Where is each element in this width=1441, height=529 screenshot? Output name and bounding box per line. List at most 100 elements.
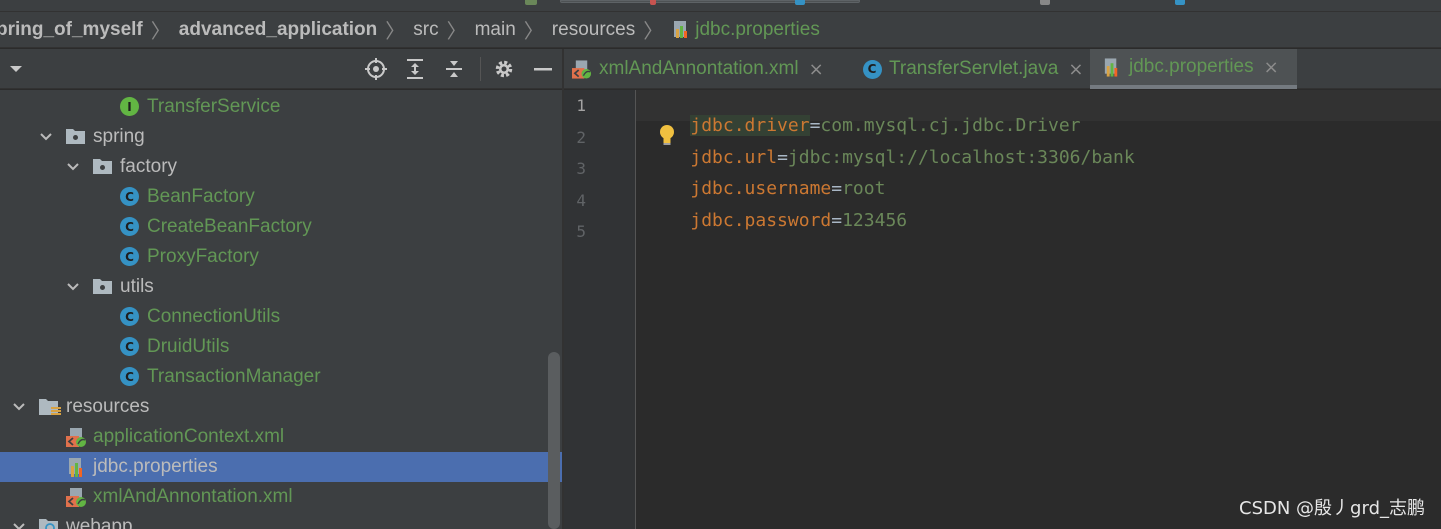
interface-icon: I bbox=[120, 97, 140, 117]
chevron-down-icon[interactable] bbox=[65, 279, 81, 295]
tree-item-spring[interactable]: spring bbox=[0, 122, 548, 152]
tree-item-factory[interactable]: factory bbox=[0, 152, 548, 182]
tab-label: xmlAndAnnontation.xml bbox=[599, 58, 799, 79]
collapse-all-icon[interactable] bbox=[442, 57, 466, 81]
locate-icon[interactable] bbox=[364, 57, 388, 81]
line-number: 2 bbox=[576, 128, 586, 147]
toolbar-fragment bbox=[525, 0, 537, 5]
tree-item-label: resources bbox=[66, 396, 150, 417]
breadcrumb-separator: 〉 bbox=[523, 19, 544, 43]
toolbar-fragment bbox=[1040, 0, 1050, 5]
gear-icon[interactable] bbox=[492, 57, 516, 81]
minimize-icon[interactable] bbox=[531, 57, 555, 81]
tree-item-beanfactory[interactable]: C BeanFactory bbox=[0, 182, 548, 212]
lightbulb-icon[interactable] bbox=[658, 124, 676, 146]
class-icon: C bbox=[120, 247, 140, 267]
tree-item-druidutils[interactable]: C DruidUtils bbox=[0, 332, 548, 362]
close-icon[interactable]: × bbox=[809, 59, 824, 80]
tree-item-label: jdbc.properties bbox=[93, 456, 218, 477]
breadcrumb-separator: 〉 bbox=[150, 19, 171, 43]
breadcrumb-item-project[interactable]: pring_of_myself bbox=[0, 19, 143, 41]
tree-item-xmlandannontation[interactable]: xmlAndAnnontation.xml bbox=[0, 482, 548, 512]
properties-file-icon bbox=[674, 20, 688, 38]
tree-item-label: utils bbox=[120, 276, 154, 297]
line-number-gutter: 1 2 3 4 5 bbox=[564, 90, 636, 529]
breadcrumb-separator: 〉 bbox=[385, 19, 406, 43]
web-folder-icon bbox=[38, 517, 58, 529]
breadcrumb-separator: 〉 bbox=[446, 19, 467, 43]
tree-item-webapp[interactable]: webapp bbox=[0, 512, 548, 529]
breadcrumb-item-src[interactable]: src bbox=[413, 19, 438, 41]
tree-item-connectionutils[interactable]: C ConnectionUtils bbox=[0, 302, 548, 332]
tree-item-label: applicationContext.xml bbox=[93, 426, 285, 447]
class-icon: C bbox=[120, 187, 140, 207]
tree-item-label: BeanFactory bbox=[147, 186, 255, 207]
breadcrumb: pring_of_myself 〉 advanced_application 〉… bbox=[0, 12, 1441, 48]
toolbar-fragment bbox=[650, 0, 656, 5]
breadcrumb-item-file[interactable]: jdbc.properties bbox=[671, 19, 820, 41]
properties-file-icon bbox=[1102, 57, 1122, 77]
chevron-down-icon[interactable] bbox=[65, 159, 81, 175]
class-icon: C bbox=[120, 337, 140, 357]
class-icon: C bbox=[120, 217, 140, 237]
tree-item-transferservice[interactable]: I TransferService bbox=[0, 92, 548, 122]
chevron-down-icon[interactable] bbox=[11, 519, 27, 529]
watermark: CSDN @殷丿grd_志鹏 bbox=[1239, 498, 1425, 519]
class-icon: C bbox=[120, 367, 140, 387]
tree-item-label: spring bbox=[93, 126, 145, 147]
tree-item-applicationcontext[interactable]: applicationContext.xml bbox=[0, 422, 548, 452]
property-value: 123456 bbox=[842, 210, 908, 231]
line-number: 1 bbox=[576, 96, 586, 115]
breadcrumb-item-module[interactable]: advanced_application bbox=[179, 19, 378, 41]
line-number: 3 bbox=[576, 159, 586, 178]
dropdown-icon[interactable] bbox=[4, 57, 28, 81]
tree-item-resources[interactable]: resources bbox=[0, 392, 548, 422]
chevron-down-icon[interactable] bbox=[38, 129, 54, 145]
tab-label: TransferServlet.java bbox=[889, 58, 1059, 79]
tree-item-label: ProxyFactory bbox=[147, 246, 259, 267]
tab-label: jdbc.properties bbox=[1129, 56, 1254, 77]
resources-folder-icon bbox=[38, 397, 61, 417]
breadcrumb-item-main[interactable]: main bbox=[475, 19, 516, 41]
package-folder-icon bbox=[92, 277, 112, 297]
toolbar-fragment bbox=[1175, 0, 1185, 5]
tree-item-createbeanfactory[interactable]: C CreateBeanFactory bbox=[0, 212, 548, 242]
properties-file-icon bbox=[66, 457, 86, 477]
xml-file-icon bbox=[66, 487, 86, 507]
code-editor[interactable]: 1 2 3 4 5 jdbc.driver=com.mysql.cj.jdbc.… bbox=[564, 90, 1441, 529]
project-toolbar bbox=[0, 49, 562, 89]
line-number: 5 bbox=[576, 222, 586, 241]
editor-tabs: xmlAndAnnontation.xml × C TransferServle… bbox=[564, 49, 1441, 89]
tree-item-label: TransactionManager bbox=[147, 366, 321, 387]
tree-scrollbar[interactable] bbox=[548, 352, 560, 529]
toolbar-divider bbox=[480, 57, 481, 81]
tree-item-label: CreateBeanFactory bbox=[147, 216, 312, 237]
property-equals: = bbox=[831, 210, 843, 231]
package-folder-icon bbox=[92, 157, 112, 177]
tree-item-label: TransferService bbox=[147, 96, 281, 117]
close-icon[interactable]: × bbox=[1264, 57, 1279, 78]
xml-file-icon bbox=[572, 59, 592, 79]
tab-transferservlet[interactable]: C TransferServlet.java × bbox=[862, 49, 1083, 89]
chevron-down-icon[interactable] bbox=[11, 399, 27, 415]
tree-item-proxyfactory[interactable]: C ProxyFactory bbox=[0, 242, 548, 272]
tab-xmlandannontation[interactable]: xmlAndAnnontation.xml × bbox=[572, 49, 824, 89]
code-line[interactable]: jdbc.password=123456 bbox=[647, 189, 907, 252]
run-config-fragment bbox=[560, 0, 860, 3]
tree-item-utils[interactable]: utils bbox=[0, 272, 548, 302]
line-number: 4 bbox=[576, 191, 586, 210]
close-icon[interactable]: × bbox=[1068, 59, 1083, 80]
tree-item-label: factory bbox=[120, 156, 178, 177]
xml-file-icon bbox=[66, 427, 86, 447]
breadcrumb-item-resources[interactable]: resources bbox=[552, 19, 635, 41]
class-icon: C bbox=[120, 307, 140, 327]
tab-jdbc-properties[interactable]: jdbc.properties × bbox=[1090, 49, 1297, 89]
main-toolbar-strip bbox=[0, 0, 1441, 12]
tree-item-label: ConnectionUtils bbox=[147, 306, 281, 327]
tree-item-jdbc-properties[interactable]: jdbc.properties bbox=[0, 452, 562, 482]
tree-item-label: xmlAndAnnontation.xml bbox=[93, 486, 293, 507]
project-tree: I TransferService spring factory C BeanF… bbox=[0, 90, 562, 529]
breadcrumb-separator: 〉 bbox=[643, 19, 664, 43]
tree-item-transactionmanager[interactable]: C TransactionManager bbox=[0, 362, 548, 392]
expand-all-icon[interactable] bbox=[403, 57, 427, 81]
